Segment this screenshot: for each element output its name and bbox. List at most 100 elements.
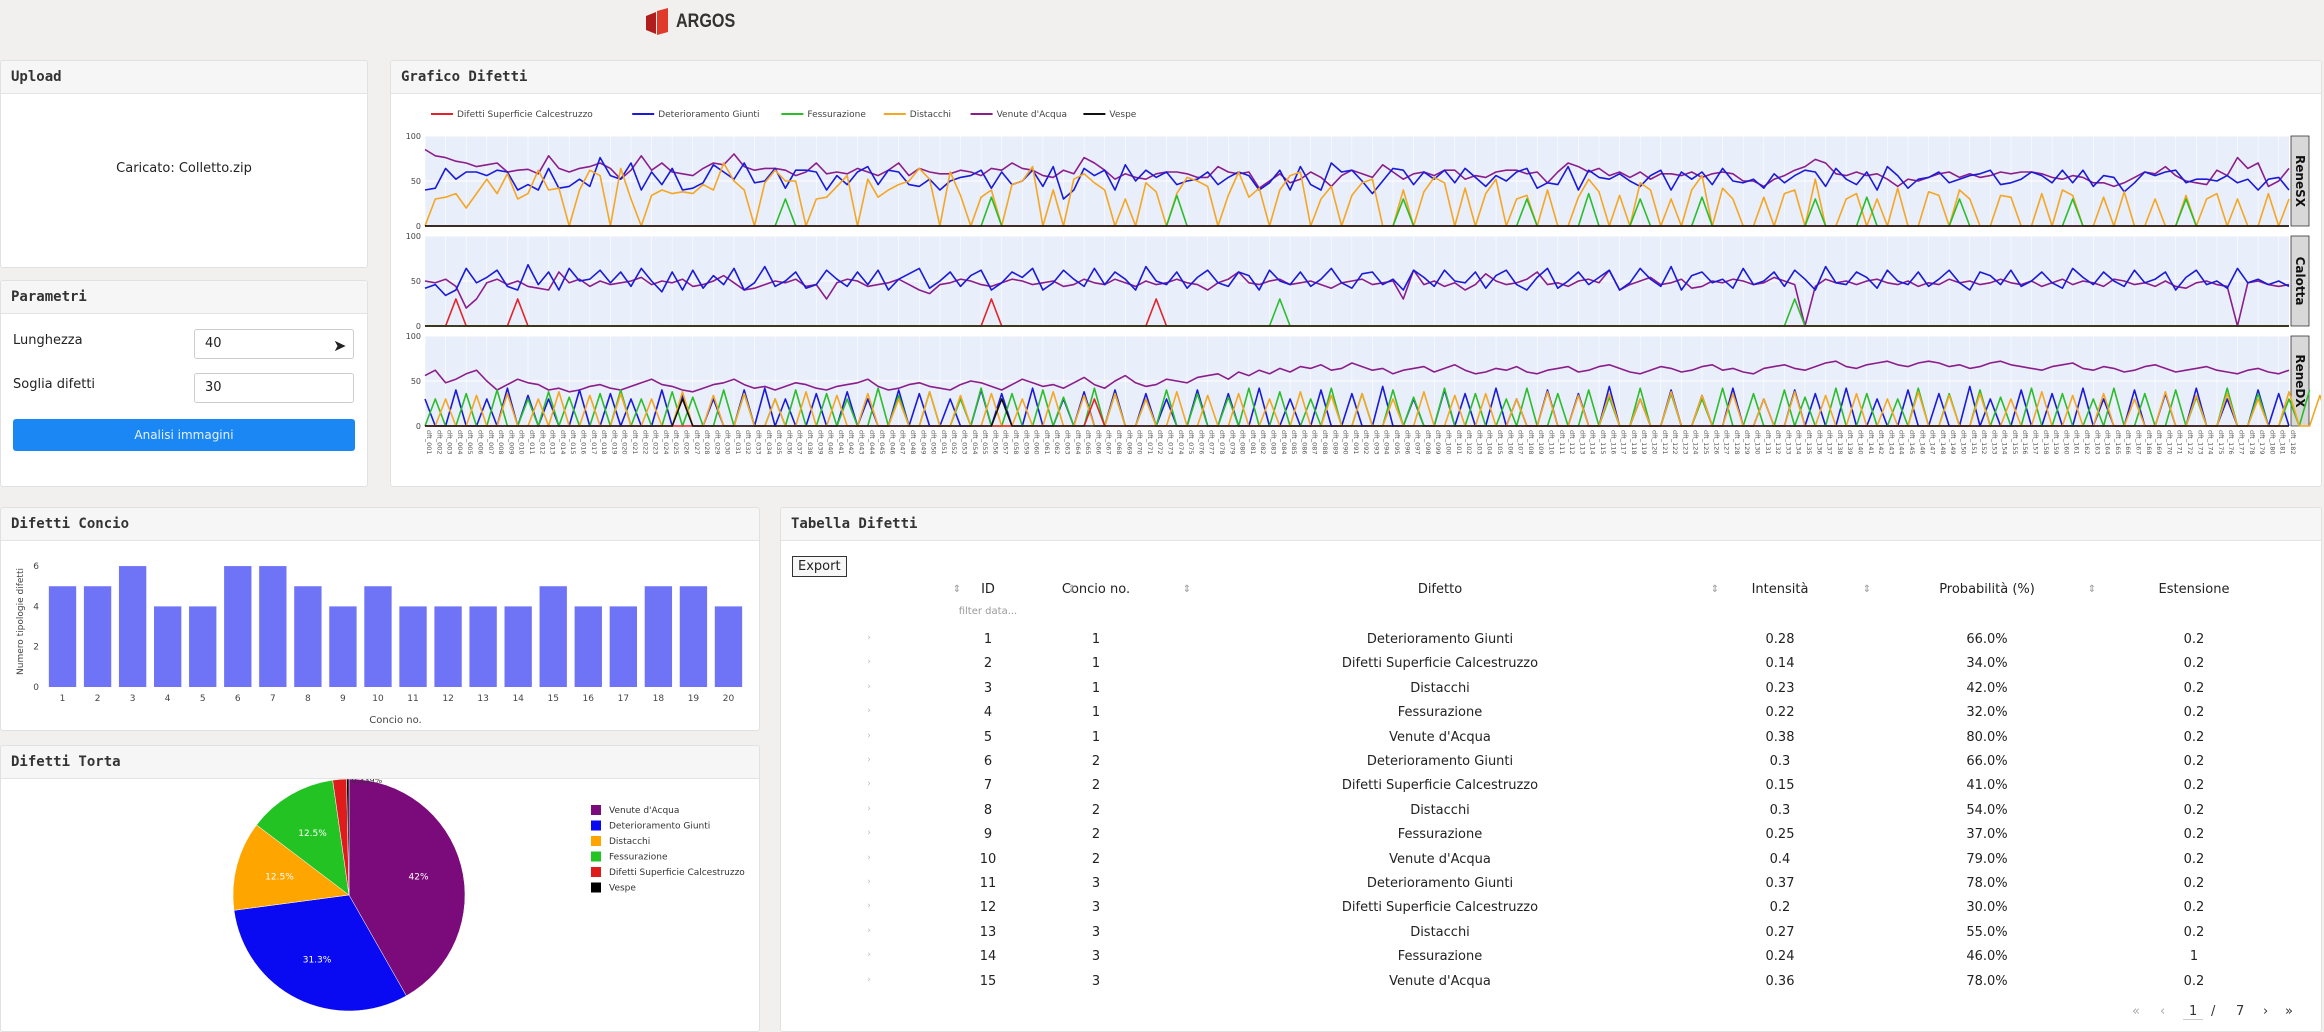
x-tick-label: dft_081 <box>1249 430 1257 455</box>
row-expand-icon[interactable]: › <box>862 779 876 789</box>
pie-legend-swatch-3 <box>591 851 601 862</box>
bar-y-tick-label: 2 <box>33 643 39 653</box>
y-tick-label: 100 <box>406 232 421 241</box>
x-tick-label: dft_095 <box>1393 430 1401 455</box>
x-tick-label: dft_093 <box>1372 430 1380 455</box>
x-tick-label: dft_009 <box>507 430 515 455</box>
sort-icon[interactable]: ⇕ <box>2085 584 2099 595</box>
x-tick-label: dft_049 <box>919 430 927 455</box>
x-tick-label: dft_018 <box>600 430 608 455</box>
threshold-input[interactable]: 30 <box>194 373 354 403</box>
x-tick-label: dft_042 <box>847 430 855 455</box>
pager-last-button[interactable]: » <box>2285 1004 2293 1019</box>
sort-icon[interactable]: ⇕ <box>1860 584 1874 595</box>
x-tick-label: dft_058 <box>1012 430 1020 455</box>
table-cell-probabilita: 32.0% <box>1966 705 2008 721</box>
x-tick-label: dft_071 <box>1146 430 1154 455</box>
column-header-concio[interactable]: Concio no. <box>1041 582 1151 597</box>
table-cell-difetto: Fessurazione <box>1397 827 1483 843</box>
row-expand-icon[interactable]: › <box>862 975 876 985</box>
bar-concio-3 <box>118 566 147 687</box>
column-header-estensione[interactable]: Estensione <box>2134 582 2254 597</box>
x-tick-label: dft_038 <box>806 430 814 455</box>
x-tick-label: dft_112 <box>1568 430 1576 455</box>
table-cell-intensita: 0.14 <box>1765 656 1795 672</box>
table-cell-estensione: 0.2 <box>2183 754 2205 769</box>
table-cell-id: 3 <box>983 680 993 696</box>
pager-first-button[interactable]: « <box>2132 1004 2140 1019</box>
column-header-probabilita[interactable]: Probabilità (%) <box>1907 582 2067 597</box>
x-tick-label: dft_114 <box>1589 430 1597 455</box>
sort-icon[interactable]: ⇕ <box>1708 584 1722 595</box>
x-tick-label: dft_171 <box>2176 430 2184 455</box>
export-button[interactable]: Export <box>792 556 847 577</box>
x-tick-label: dft_168 <box>2145 430 2153 455</box>
pager-total-pages: 7 <box>2236 1004 2245 1019</box>
bar-concio-14 <box>504 606 532 687</box>
table-cell-intensita: 0.28 <box>1765 632 1795 647</box>
table-cell-concio: 3 <box>1091 973 1101 989</box>
table-cell-estensione: 0.2 <box>2183 778 2205 794</box>
legend-label-1: Deterioramento Giunti <box>658 110 759 120</box>
analyze-button[interactable]: Analisi immagini <box>13 419 355 451</box>
x-tick-label: dft_033 <box>755 430 763 455</box>
x-tick-label: dft_044 <box>868 430 876 455</box>
x-tick-label: dft_132 <box>1774 430 1782 455</box>
table-cell-difetto: Venute d'Acqua <box>1389 851 1491 867</box>
table-cell-probabilita: 55.0% <box>1966 924 2008 940</box>
row-expand-icon[interactable]: › <box>862 804 876 814</box>
x-tick-label: dft_074 <box>1177 430 1185 455</box>
row-expand-icon[interactable]: › <box>862 633 876 643</box>
row-expand-icon[interactable]: › <box>862 731 876 741</box>
row-expand-icon[interactable]: › <box>862 657 876 667</box>
x-tick-label: dft_036 <box>785 430 793 455</box>
x-tick-label: dft_134 <box>1795 430 1803 455</box>
x-tick-label: dft_046 <box>888 430 896 455</box>
pager-next-button[interactable]: › <box>2263 1004 2268 1019</box>
row-expand-icon[interactable]: › <box>862 682 876 692</box>
row-expand-icon[interactable]: › <box>862 950 876 960</box>
y-tick-label: 50 <box>411 277 421 286</box>
table-cell-estensione: 0.2 <box>2183 924 2205 940</box>
x-tick-label: dft_176 <box>2227 430 2235 455</box>
x-tick-label: dft_068 <box>1115 430 1123 455</box>
sort-icon[interactable]: ⇕ <box>1065 584 1079 595</box>
x-tick-label: dft_072 <box>1156 430 1164 455</box>
row-expand-icon[interactable]: › <box>862 755 876 765</box>
table-cell-id: 2 <box>983 656 993 672</box>
pie-legend-label-3: Fessurazione <box>609 853 668 863</box>
sort-icon[interactable]: ⇕ <box>950 584 964 595</box>
bar-x-tick-label: 8 <box>305 694 311 704</box>
row-expand-icon[interactable]: › <box>862 853 876 863</box>
facet-label-renesx: ReneSX <box>2293 155 2307 208</box>
row-expand-icon[interactable]: › <box>862 926 876 936</box>
x-tick-label: dft_124 <box>1692 430 1700 455</box>
x-tick-label: dft_029 <box>713 430 721 455</box>
table-cell-intensita: 0.23 <box>1765 680 1795 696</box>
x-tick-label: dft_047 <box>899 430 907 455</box>
row-expand-icon[interactable]: › <box>862 828 876 838</box>
x-tick-label: dft_152 <box>1980 430 1988 455</box>
sort-icon[interactable]: ⇕ <box>1180 584 1194 595</box>
row-expand-icon[interactable]: › <box>862 706 876 716</box>
table-cell-difetto: Distacchi <box>1410 924 1470 940</box>
row-expand-icon[interactable]: › <box>862 877 876 887</box>
bar-x-tick-label: 6 <box>235 694 241 704</box>
pie-legend-swatch-1 <box>591 820 601 831</box>
x-tick-label: dft_014 <box>559 430 567 455</box>
x-tick-label: dft_147 <box>1929 430 1937 455</box>
app-logo: ARGOS <box>646 8 746 36</box>
pager-current-page[interactable]: 1 <box>2183 1004 2204 1020</box>
column-header-difetto[interactable]: Difetto <box>1270 582 1610 597</box>
filter-input[interactable]: filter data... <box>948 606 1028 617</box>
table-cell-concio: 3 <box>1091 924 1101 940</box>
pager-prev-button[interactable]: ‹ <box>2160 1004 2165 1019</box>
length-input[interactable]: 40 <box>194 329 354 359</box>
x-tick-label: dft_101 <box>1455 430 1463 455</box>
bar-concio-20 <box>714 606 743 687</box>
bar-x-tick-label: 10 <box>372 694 384 704</box>
table-cell-estensione: 0.2 <box>2183 656 2205 672</box>
x-tick-label: dft_129 <box>1743 430 1751 455</box>
row-expand-icon[interactable]: › <box>862 901 876 911</box>
column-header-intensita[interactable]: Intensità <box>1720 582 1840 597</box>
